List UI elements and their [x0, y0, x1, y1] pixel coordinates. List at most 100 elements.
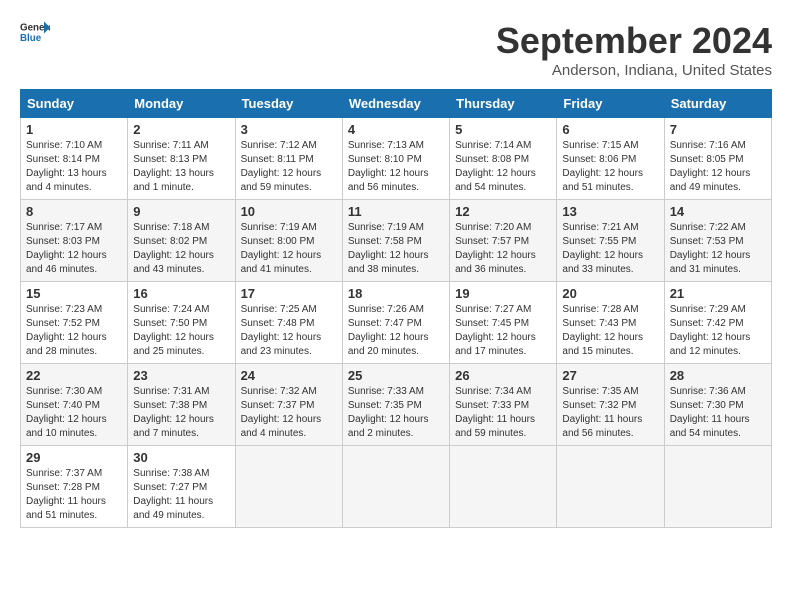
table-row: 19 Sunrise: 7:27 AM Sunset: 7:45 PM Dayl… [450, 282, 557, 364]
day-number: 21 [670, 286, 766, 301]
day-info: Sunrise: 7:29 AM Sunset: 7:42 PM Dayligh… [670, 303, 766, 359]
day-info: Sunrise: 7:18 AM Sunset: 8:02 PM Dayligh… [133, 221, 229, 277]
col-friday: Friday [557, 90, 664, 118]
day-info: Sunrise: 7:12 AM Sunset: 8:11 PM Dayligh… [241, 139, 337, 195]
col-wednesday: Wednesday [342, 90, 449, 118]
table-row: 10 Sunrise: 7:19 AM Sunset: 8:00 PM Dayl… [235, 200, 342, 282]
day-number: 5 [455, 122, 551, 137]
logo-icon: General Blue [20, 20, 50, 44]
col-sunday: Sunday [21, 90, 128, 118]
day-number: 3 [241, 122, 337, 137]
day-info: Sunrise: 7:30 AM Sunset: 7:40 PM Dayligh… [26, 385, 122, 441]
header: General Blue September 2024 Anderson, In… [20, 20, 772, 79]
table-row: 9 Sunrise: 7:18 AM Sunset: 8:02 PM Dayli… [128, 200, 235, 282]
table-row: 24 Sunrise: 7:32 AM Sunset: 7:37 PM Dayl… [235, 364, 342, 446]
table-row [342, 446, 449, 528]
table-row: 11 Sunrise: 7:19 AM Sunset: 7:58 PM Dayl… [342, 200, 449, 282]
day-number: 22 [26, 368, 122, 383]
day-info: Sunrise: 7:22 AM Sunset: 7:53 PM Dayligh… [670, 221, 766, 277]
table-row: 20 Sunrise: 7:28 AM Sunset: 7:43 PM Dayl… [557, 282, 664, 364]
day-number: 29 [26, 450, 122, 465]
table-row: 14 Sunrise: 7:22 AM Sunset: 7:53 PM Dayl… [664, 200, 771, 282]
day-number: 14 [670, 204, 766, 219]
day-number: 18 [348, 286, 444, 301]
table-row: 27 Sunrise: 7:35 AM Sunset: 7:32 PM Dayl… [557, 364, 664, 446]
month-title: September 2024 [496, 20, 772, 62]
location: Anderson, Indiana, United States [496, 62, 772, 79]
table-row [664, 446, 771, 528]
day-number: 11 [348, 204, 444, 219]
table-row: 17 Sunrise: 7:25 AM Sunset: 7:48 PM Dayl… [235, 282, 342, 364]
day-number: 27 [562, 368, 658, 383]
day-info: Sunrise: 7:14 AM Sunset: 8:08 PM Dayligh… [455, 139, 551, 195]
day-info: Sunrise: 7:21 AM Sunset: 7:55 PM Dayligh… [562, 221, 658, 277]
day-number: 8 [26, 204, 122, 219]
table-row: 21 Sunrise: 7:29 AM Sunset: 7:42 PM Dayl… [664, 282, 771, 364]
day-info: Sunrise: 7:15 AM Sunset: 8:06 PM Dayligh… [562, 139, 658, 195]
day-info: Sunrise: 7:20 AM Sunset: 7:57 PM Dayligh… [455, 221, 551, 277]
day-info: Sunrise: 7:36 AM Sunset: 7:30 PM Dayligh… [670, 385, 766, 441]
day-number: 28 [670, 368, 766, 383]
day-number: 9 [133, 204, 229, 219]
table-row: 22 Sunrise: 7:30 AM Sunset: 7:40 PM Dayl… [21, 364, 128, 446]
table-row: 5 Sunrise: 7:14 AM Sunset: 8:08 PM Dayli… [450, 118, 557, 200]
logo: General Blue [20, 20, 50, 44]
day-number: 4 [348, 122, 444, 137]
title-area: September 2024 Anderson, Indiana, United… [496, 20, 772, 79]
day-info: Sunrise: 7:31 AM Sunset: 7:38 PM Dayligh… [133, 385, 229, 441]
day-info: Sunrise: 7:34 AM Sunset: 7:33 PM Dayligh… [455, 385, 551, 441]
table-row: 2 Sunrise: 7:11 AM Sunset: 8:13 PM Dayli… [128, 118, 235, 200]
day-info: Sunrise: 7:24 AM Sunset: 7:50 PM Dayligh… [133, 303, 229, 359]
day-number: 30 [133, 450, 229, 465]
col-saturday: Saturday [664, 90, 771, 118]
table-row: 30 Sunrise: 7:38 AM Sunset: 7:27 PM Dayl… [128, 446, 235, 528]
header-row: Sunday Monday Tuesday Wednesday Thursday… [21, 90, 772, 118]
day-info: Sunrise: 7:27 AM Sunset: 7:45 PM Dayligh… [455, 303, 551, 359]
col-thursday: Thursday [450, 90, 557, 118]
day-number: 26 [455, 368, 551, 383]
day-number: 2 [133, 122, 229, 137]
table-row: 16 Sunrise: 7:24 AM Sunset: 7:50 PM Dayl… [128, 282, 235, 364]
day-info: Sunrise: 7:37 AM Sunset: 7:28 PM Dayligh… [26, 467, 122, 523]
day-number: 6 [562, 122, 658, 137]
col-monday: Monday [128, 90, 235, 118]
day-number: 12 [455, 204, 551, 219]
day-number: 7 [670, 122, 766, 137]
day-info: Sunrise: 7:35 AM Sunset: 7:32 PM Dayligh… [562, 385, 658, 441]
day-info: Sunrise: 7:25 AM Sunset: 7:48 PM Dayligh… [241, 303, 337, 359]
day-number: 10 [241, 204, 337, 219]
table-row [450, 446, 557, 528]
svg-text:Blue: Blue [20, 33, 42, 44]
table-row: 13 Sunrise: 7:21 AM Sunset: 7:55 PM Dayl… [557, 200, 664, 282]
day-number: 24 [241, 368, 337, 383]
day-info: Sunrise: 7:28 AM Sunset: 7:43 PM Dayligh… [562, 303, 658, 359]
table-row: 4 Sunrise: 7:13 AM Sunset: 8:10 PM Dayli… [342, 118, 449, 200]
table-row: 7 Sunrise: 7:16 AM Sunset: 8:05 PM Dayli… [664, 118, 771, 200]
table-row: 1 Sunrise: 7:10 AM Sunset: 8:14 PM Dayli… [21, 118, 128, 200]
table-row: 18 Sunrise: 7:26 AM Sunset: 7:47 PM Dayl… [342, 282, 449, 364]
table-row [235, 446, 342, 528]
table-row: 6 Sunrise: 7:15 AM Sunset: 8:06 PM Dayli… [557, 118, 664, 200]
table-row [557, 446, 664, 528]
day-info: Sunrise: 7:19 AM Sunset: 8:00 PM Dayligh… [241, 221, 337, 277]
calendar-table: Sunday Monday Tuesday Wednesday Thursday… [20, 89, 772, 528]
table-row: 8 Sunrise: 7:17 AM Sunset: 8:03 PM Dayli… [21, 200, 128, 282]
table-row: 28 Sunrise: 7:36 AM Sunset: 7:30 PM Dayl… [664, 364, 771, 446]
table-row: 3 Sunrise: 7:12 AM Sunset: 8:11 PM Dayli… [235, 118, 342, 200]
table-row: 12 Sunrise: 7:20 AM Sunset: 7:57 PM Dayl… [450, 200, 557, 282]
day-info: Sunrise: 7:16 AM Sunset: 8:05 PM Dayligh… [670, 139, 766, 195]
day-number: 17 [241, 286, 337, 301]
day-info: Sunrise: 7:23 AM Sunset: 7:52 PM Dayligh… [26, 303, 122, 359]
day-number: 15 [26, 286, 122, 301]
day-number: 25 [348, 368, 444, 383]
day-number: 16 [133, 286, 229, 301]
day-number: 1 [26, 122, 122, 137]
day-number: 23 [133, 368, 229, 383]
table-row: 29 Sunrise: 7:37 AM Sunset: 7:28 PM Dayl… [21, 446, 128, 528]
table-row: 26 Sunrise: 7:34 AM Sunset: 7:33 PM Dayl… [450, 364, 557, 446]
day-info: Sunrise: 7:13 AM Sunset: 8:10 PM Dayligh… [348, 139, 444, 195]
day-info: Sunrise: 7:19 AM Sunset: 7:58 PM Dayligh… [348, 221, 444, 277]
day-info: Sunrise: 7:33 AM Sunset: 7:35 PM Dayligh… [348, 385, 444, 441]
day-info: Sunrise: 7:17 AM Sunset: 8:03 PM Dayligh… [26, 221, 122, 277]
day-info: Sunrise: 7:32 AM Sunset: 7:37 PM Dayligh… [241, 385, 337, 441]
